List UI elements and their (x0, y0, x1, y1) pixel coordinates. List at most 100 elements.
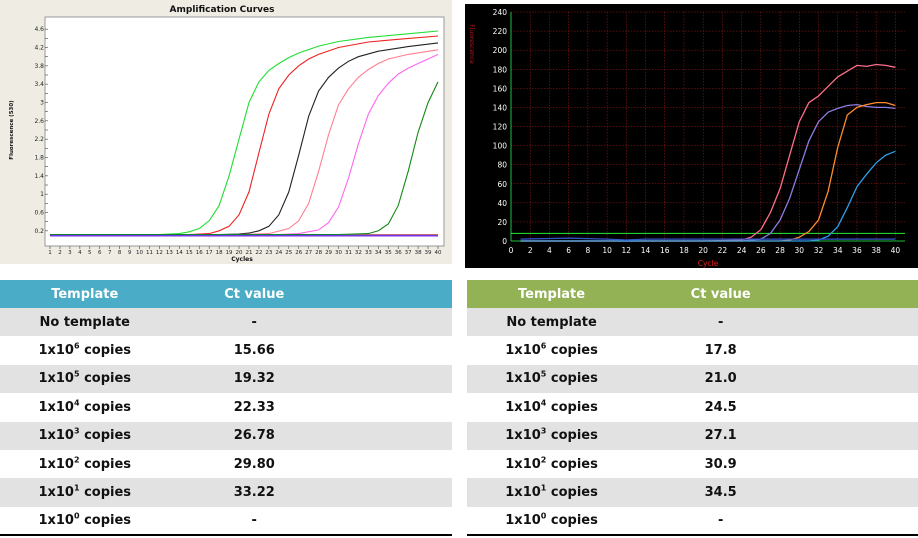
y-tick-label: 3.4 (34, 81, 44, 88)
template-base: 1x10 (505, 428, 541, 444)
spacer-cell (805, 478, 918, 507)
template-cell: 1x105 copies (467, 364, 637, 394)
x-tick-label: 40 (435, 250, 442, 256)
x-tick-label: 26 (295, 250, 302, 256)
spacer-cell (805, 506, 918, 537)
x-tick-label: 6 (98, 250, 102, 256)
template-cell: 1x101 copies (467, 478, 637, 507)
table-row: 1x101 copies 33.22 (0, 478, 452, 507)
x-tick-label: 24 (737, 246, 747, 255)
x-tick-label: 7 (108, 250, 112, 256)
y-tick-label: 40 (497, 199, 507, 208)
spacer-cell (339, 506, 452, 537)
template-base: 1x10 (505, 512, 541, 528)
chart-title: Amplification Curves (170, 5, 275, 15)
template-cell: 1x103 copies (467, 421, 637, 450)
template-suffix: copies (79, 485, 132, 501)
y-tick-label: 0.2 (34, 228, 44, 235)
x-tick-label: 14 (641, 246, 651, 255)
y-tick-label: 120 (493, 123, 508, 132)
x-tick-label: 30 (335, 250, 342, 256)
template-suffix: copies (546, 399, 598, 415)
y-tick-label: 80 (497, 161, 507, 170)
x-tick-label: 30 (795, 246, 805, 255)
table-header-row: Template Ct value (0, 280, 452, 308)
x-tick-label: 34 (375, 250, 382, 256)
template-suffix: copies (546, 371, 598, 387)
table-row: No template - (467, 308, 918, 337)
x-tick-label: 18 (679, 246, 689, 255)
spacer-cell (339, 393, 452, 422)
template-base: 1x10 (505, 343, 541, 359)
header-ct-value: Ct value (169, 280, 339, 308)
chart-background (465, 4, 918, 268)
spacer-cell (805, 308, 918, 337)
amplification-curves-chart: Amplification Curves Cycles Fluorescence (… (0, 0, 452, 264)
y-tick-label: 3 (40, 100, 44, 107)
spacer-cell (805, 421, 918, 450)
x-tick-label: 39 (425, 250, 432, 256)
table-row: 1x100 copies - (467, 506, 918, 537)
table-row: 1x106 copies 17.8 (467, 336, 918, 365)
y-tick-label: 4.2 (34, 45, 44, 52)
x-tick-label: 9 (128, 250, 132, 256)
y-tick-label: 20 (497, 218, 507, 227)
template-base: 1x10 (505, 456, 541, 472)
ct-value-cell: 34.5 (636, 478, 806, 507)
y-tick-label: 4.6 (34, 26, 44, 33)
header-template: Template (0, 280, 170, 308)
x-tick-label: 38 (415, 250, 422, 256)
x-tick-label: 31 (345, 250, 352, 256)
spacer-cell (339, 336, 452, 365)
template-suffix: copies (546, 456, 598, 472)
template-cell: 1x100 copies (467, 506, 637, 537)
template-cell: 1x104 copies (467, 393, 637, 422)
template-suffix: copies (79, 428, 132, 444)
x-tick-label: 16 (196, 250, 203, 256)
ct-value-cell: 30.9 (636, 449, 806, 479)
spacer-cell (339, 449, 452, 479)
x-tick-label: 20 (236, 250, 243, 256)
template-suffix: copies (79, 456, 132, 472)
x-tick-label: 32 (355, 250, 362, 256)
table-row: 1x102 copies 30.9 (467, 449, 918, 479)
template-base: 1x10 (38, 371, 74, 387)
y-axis-label: Fluorescence (530) (9, 100, 15, 160)
table-header-row: Template Ct value (467, 280, 918, 308)
spacer-cell (339, 308, 452, 337)
table-row: 1x102 copies 29.80 (0, 449, 452, 479)
x-tick-label: 5 (88, 250, 92, 256)
template-cell: 1x106 copies (467, 336, 637, 365)
table-row: 1x103 copies 26.78 (0, 421, 452, 450)
header-ct-value: Ct value (636, 280, 806, 308)
x-tick-label: 23 (265, 250, 272, 256)
template-cell: 1x102 copies (467, 449, 637, 479)
template-base: 1x10 (38, 456, 74, 472)
y-tick-label: 1.4 (34, 173, 44, 180)
x-tick-label: 4 (547, 246, 552, 255)
ct-value-cell: 19.32 (169, 364, 339, 394)
x-tick-label: 1 (48, 250, 52, 256)
template-suffix: copies (79, 343, 132, 359)
ct-table-left: Template Ct value No template -1x106 copi… (0, 280, 452, 537)
x-tick-label: 32 (814, 246, 824, 255)
spacer-cell (805, 336, 918, 365)
ct-table-right: Template Ct value No template -1x106 copi… (467, 280, 918, 537)
template-base: No template (506, 314, 597, 330)
x-tick-label: 11 (146, 250, 153, 256)
template-suffix: copies (79, 371, 132, 387)
template-base: 1x10 (505, 399, 541, 415)
table-row: 1x103 copies 27.1 (467, 421, 918, 450)
x-tick-label: 25 (285, 250, 292, 256)
x-tick-label: 34 (833, 246, 843, 255)
ct-value-cell: - (636, 506, 806, 537)
template-cell: No template (467, 308, 637, 337)
template-base: 1x10 (505, 371, 541, 387)
header-spacer (339, 280, 452, 308)
x-tick-label: 12 (622, 246, 632, 255)
template-cell: 1x102 copies (0, 449, 170, 479)
y-tick-label: 240 (493, 8, 508, 17)
x-tick-label: 8 (585, 246, 590, 255)
x-tick-label: 36 (395, 250, 402, 256)
x-tick-label: 35 (385, 250, 392, 256)
